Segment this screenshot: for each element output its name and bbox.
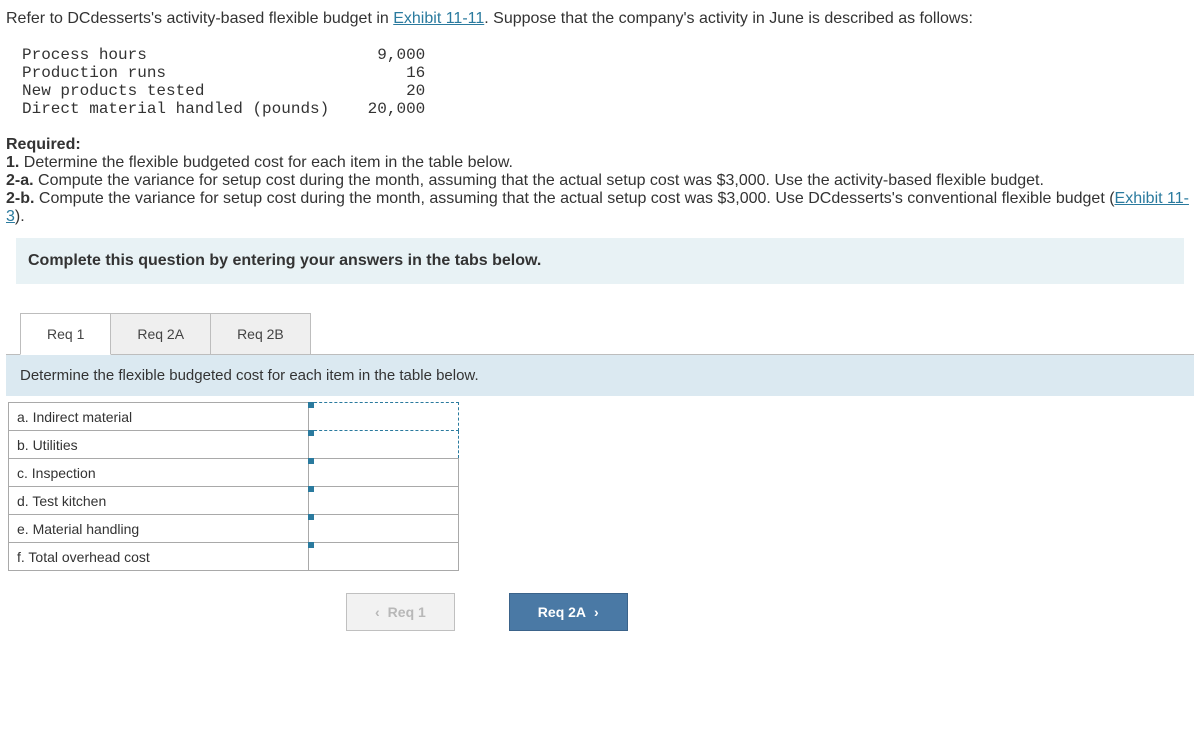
chevron-left-icon: ‹ [375,604,380,620]
instruction-bar: Complete this question by entering your … [16,238,1184,284]
cell-marker-icon [308,486,314,492]
row-label: a. Indirect material [9,403,309,431]
tabs-row: Req 1 Req 2A Req 2B [20,312,1194,354]
nav-buttons: ‹ Req 1 Req 2A › [346,593,1194,631]
req-2a-text: Compute the variance for setup cost duri… [34,172,1044,189]
row-label: d. Test kitchen [9,487,309,515]
activity-data-block: Process hours 9,000 Production runs 16 N… [22,46,1194,118]
row-input[interactable] [309,487,459,515]
cell-marker-icon [308,402,314,408]
tab-req-2a[interactable]: Req 2A [110,313,211,355]
req-1-text: Determine the flexible budgeted cost for… [19,154,513,171]
required-heading: Required: [6,136,81,153]
intro-suffix: . Suppose that the company's activity in… [484,10,973,27]
row-input[interactable] [309,403,459,431]
chevron-right-icon: › [594,604,599,620]
tab-req-2b[interactable]: Req 2B [210,313,311,355]
next-button-label: Req 2A [538,604,586,620]
intro-paragraph: Refer to DCdesserts's activity-based fle… [6,10,1194,28]
table-row: c. Inspection [9,459,459,487]
required-block: Required: 1. Determine the flexible budg… [6,136,1194,226]
exhibit-11-11-link[interactable]: Exhibit 11-11 [393,10,484,27]
row-input[interactable] [309,515,459,543]
cell-marker-icon [308,542,314,548]
tab-panel-instruction: Determine the flexible budgeted cost for… [6,354,1194,396]
prev-button-label: Req 1 [388,604,426,620]
answer-table: a. Indirect materialb. Utilitiesc. Inspe… [8,402,459,571]
next-button[interactable]: Req 2A › [509,593,628,631]
table-row: e. Material handling [9,515,459,543]
req-2b-num: 2-b. [6,190,34,207]
row-input[interactable] [309,543,459,571]
row-input[interactable] [309,431,459,459]
req-2b-text-post: ). [15,208,25,225]
cell-marker-icon [308,458,314,464]
req-2a-num: 2-a. [6,172,34,189]
intro-prefix: Refer to DCdesserts's activity-based fle… [6,10,393,27]
row-label: e. Material handling [9,515,309,543]
prev-button: ‹ Req 1 [346,593,455,631]
table-row: b. Utilities [9,431,459,459]
row-label: b. Utilities [9,431,309,459]
tab-req-1[interactable]: Req 1 [20,313,111,355]
cell-marker-icon [308,430,314,436]
table-row: d. Test kitchen [9,487,459,515]
row-label: c. Inspection [9,459,309,487]
req-2b-text-pre: Compute the variance for setup cost duri… [34,190,1114,207]
table-row: f. Total overhead cost [9,543,459,571]
cell-marker-icon [308,514,314,520]
row-input[interactable] [309,459,459,487]
row-label: f. Total overhead cost [9,543,309,571]
table-row: a. Indirect material [9,403,459,431]
req-1-num: 1. [6,154,19,171]
